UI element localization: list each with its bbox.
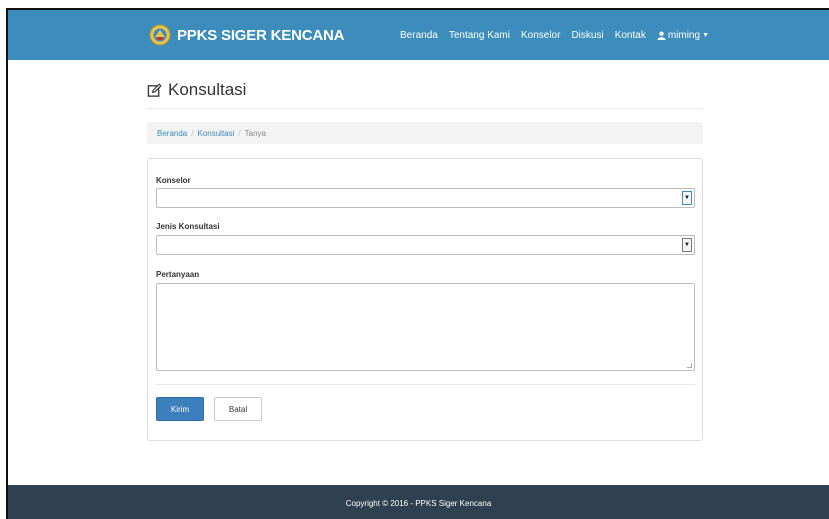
user-menu[interactable]: miming ▼ xyxy=(657,30,709,41)
breadcrumb-current: Tanya xyxy=(244,128,266,138)
jenis-konsultasi-label: Jenis Konsultasi xyxy=(156,222,220,231)
emblem-logo-icon xyxy=(149,24,171,46)
consultation-form: Konselor ▼ Jenis Konsultasi ▼ Pertanyaan… xyxy=(147,158,703,441)
nav-item-diskusi[interactable]: Diskusi xyxy=(571,30,603,41)
chevron-down-icon: ▼ xyxy=(702,31,709,39)
footer: Copyright © 2016 - PPKS Siger Kencana xyxy=(8,485,829,519)
batal-button[interactable]: Batal xyxy=(214,397,262,421)
breadcrumb-separator: / xyxy=(238,128,241,138)
brand-link[interactable]: PPKS SIGER KENCANA xyxy=(149,24,344,46)
pertanyaan-textarea[interactable] xyxy=(156,283,695,371)
breadcrumb-beranda[interactable]: Beranda xyxy=(157,129,187,138)
nav-item-konselor[interactable]: Konselor xyxy=(521,30,560,41)
resize-handle-icon[interactable] xyxy=(687,363,692,368)
edit-icon xyxy=(147,82,162,97)
jenis-konsultasi-select[interactable]: ▼ xyxy=(156,235,695,255)
breadcrumb: Beranda / Konsultasi / Tanya xyxy=(147,122,703,144)
konselor-select[interactable]: ▼ xyxy=(156,188,695,208)
user-name: miming xyxy=(667,29,701,41)
kirim-button[interactable]: Kirim xyxy=(156,397,204,421)
nav-item-kontak[interactable]: Kontak xyxy=(615,30,646,41)
breadcrumb-separator: / xyxy=(191,128,194,138)
form-divider xyxy=(156,384,695,385)
nav-item-beranda[interactable]: Beranda xyxy=(400,30,438,41)
page-title-text: Konsultasi xyxy=(168,80,247,99)
nav-item-tentang-kami[interactable]: Tentang Kami xyxy=(449,30,510,41)
konselor-label: Konselor xyxy=(156,176,191,185)
main-nav: Beranda Tentang Kami Konselor Diskusi Ko… xyxy=(389,10,709,60)
copyright-text: Copyright © 2016 - PPKS Siger Kencana xyxy=(345,498,492,508)
dropdown-arrow-icon[interactable]: ▼ xyxy=(682,238,692,252)
navbar: PPKS SIGER KENCANA Beranda Tentang Kami … xyxy=(8,10,829,60)
title-divider xyxy=(147,108,703,109)
page-title: Konsultasi xyxy=(147,80,246,100)
breadcrumb-konsultasi[interactable]: Konsultasi xyxy=(197,129,234,138)
app-window: PPKS SIGER KENCANA Beranda Tentang Kami … xyxy=(6,8,829,519)
pertanyaan-label: Pertanyaan xyxy=(156,270,200,279)
brand-title: PPKS SIGER KENCANA xyxy=(177,26,345,44)
user-icon xyxy=(657,31,666,40)
dropdown-arrow-icon[interactable]: ▼ xyxy=(682,191,692,205)
